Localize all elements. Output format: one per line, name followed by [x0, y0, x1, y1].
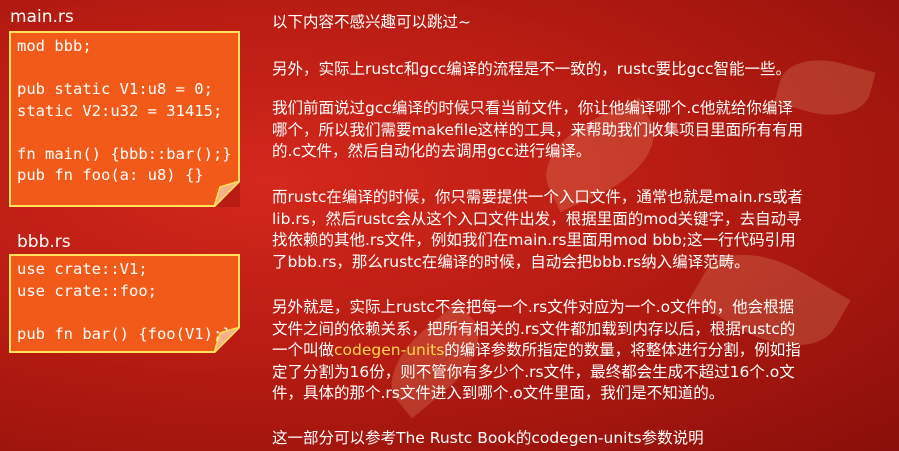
paragraph-rustc-vs-gcc: 另外，实际上rustc和gcc编译的流程是不一致的，rustc要比gcc智能一些… — [272, 59, 890, 81]
main-rs-title: main.rs — [10, 7, 74, 27]
text-line: 找依赖的其他.rs文件，例如我们在main.rs里面用mod bbb;这一行代码… — [272, 231, 796, 249]
text-line: 而rustc在编译的时候，你只需要提供一个入口文件，通常也就是main.rs或者 — [272, 188, 803, 206]
code-line: pub fn bar() {foo(V1);} — [17, 324, 232, 343]
text-line: 这一部分可以参考The Rustc Book的codegen-units参数说明 — [272, 429, 704, 447]
code-line: mod bbb; — [17, 37, 92, 55]
code-line: use crate::foo; — [17, 281, 157, 300]
text-line: 我们前面说过gcc编译的时候只看当前文件，你让他编译哪个.c他就给你编译 — [272, 99, 793, 117]
codegen-units-highlight: codegen-units — [334, 341, 445, 359]
text-line: 另外，实际上rustc和gcc编译的流程是不一致的，rustc要比gcc智能一些… — [272, 60, 792, 78]
page-fold-icon — [214, 327, 240, 353]
page-fold-icon — [214, 181, 240, 207]
code-line: fn main() {bbb::bar();} — [17, 144, 232, 163]
text-line: 件，具体的那个.rs文件进入到哪个.o文件里面，我们是不知道的。 — [272, 384, 725, 402]
text-line: lib.rs，然后rustc会从这个入口文件出发，根据里面的mod关键字，去自动… — [272, 209, 802, 228]
text-line: 定了分割为16份，则不管你有多少个.rs文件，最终都会生成不超过16个.o文 — [272, 362, 795, 381]
main-rs-code-box: mod bbb; pub static V1:u8 = 0; static V2:u… — [9, 31, 240, 207]
code-line: pub fn foo(a: u8) {} — [17, 166, 204, 184]
paragraph-rustc-entry-file: 而rustc在编译的时候，你只需要提供一个入口文件，通常也就是main.rs或者… — [272, 187, 890, 273]
intro-paragraph: 以下内容不感兴趣可以跳过~ — [272, 12, 890, 34]
text-line: 文件之间的依赖关系，把所有相关的.rs文件都加载到内存以后，根据rustc的 — [272, 319, 796, 338]
text-line: 以下内容不感兴趣可以跳过~ — [272, 13, 471, 31]
paragraph-gcc-makefile: 我们前面说过gcc编译的时候只看当前文件，你让他编译哪个.c他就给你编译 哪个，所… — [272, 98, 890, 163]
text-line: 哪个，所以我们需要makefile这样的工具，来帮助我们收集项目里面所有有用 — [272, 120, 804, 139]
bbb-rs-title: bbb.rs — [17, 232, 71, 252]
code-line: static V2:u32 = 31415; — [17, 101, 223, 120]
bbb-rs-code-box: use crate::V1;use crate::foo;pub fn bar(… — [9, 254, 240, 353]
code-line: use crate::V1; — [17, 260, 148, 278]
paragraph-reference: 这一部分可以参考The Rustc Book的codegen-units参数说明 — [272, 428, 890, 450]
text-line: 的.c文件，然后自动化的去调用gcc进行编译。 — [272, 142, 592, 160]
text-line: 一个叫做codegen-units的编译参数所指定的数量，将整体进行分割，例如指 — [272, 341, 801, 359]
code-line: pub static V1:u8 = 0; — [17, 80, 213, 98]
text-line: 了bbb.rs，那么rustc在编译的时候，自动会把bbb.rs纳入编译范畴。 — [272, 252, 750, 271]
text-line: 另外就是，实际上rustc不会把每一个.rs文件对应为一个.o文件的，他会根据 — [272, 298, 795, 316]
paragraph-codegen-units: 另外就是，实际上rustc不会把每一个.rs文件对应为一个.o文件的，他会根据文… — [272, 297, 890, 405]
